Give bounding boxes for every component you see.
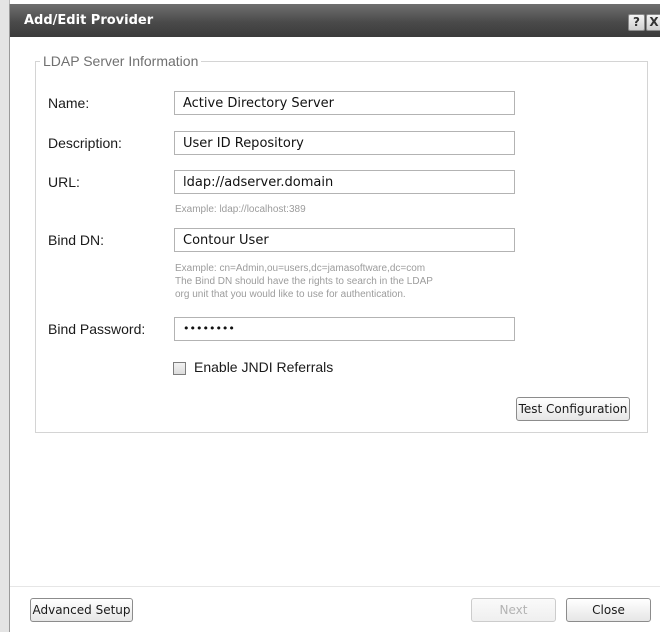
next-button[interactable]: Next [471, 598, 556, 622]
advanced-setup-button[interactable]: Advanced Setup [30, 598, 133, 622]
url-field[interactable] [174, 170, 515, 194]
url-label: URL: [48, 174, 80, 190]
bind-dn-hint: Example: cn=Admin,ou=users,dc=jamasoftwa… [175, 262, 433, 301]
group-legend: LDAP Server Information [43, 53, 199, 69]
test-configuration-button[interactable]: Test Configuration [516, 397, 630, 421]
bind-dn-field[interactable] [174, 228, 515, 252]
bind-dn-hint-line: org unit that you would like to use for … [175, 289, 406, 300]
close-icon[interactable]: X [646, 14, 660, 31]
dialog-title: Add/Edit Provider [24, 13, 154, 28]
enable-jndi-label[interactable]: Enable JNDI Referrals [194, 359, 333, 375]
help-icon[interactable]: ? [628, 14, 645, 31]
description-label: Description: [48, 135, 122, 151]
add-edit-provider-dialog: Add/Edit Provider ? X LDAP Server Inform… [9, 4, 660, 632]
name-label: Name: [48, 95, 90, 111]
bind-dn-label: Bind DN: [48, 232, 105, 248]
bind-dn-hint-line: Example: cn=Admin,ou=users,dc=jamasoftwa… [175, 263, 426, 274]
url-hint-text: Example: ldap://localhost:389 [175, 204, 306, 215]
dialog-titlebar: Add/Edit Provider ? X [10, 4, 660, 37]
description-field[interactable] [174, 131, 515, 155]
bind-password-field[interactable]: •••••••• [174, 317, 515, 341]
enable-jndi-checkbox[interactable] [173, 362, 186, 375]
name-field[interactable] [174, 91, 515, 115]
bind-dn-hint-line: The Bind DN should have the rights to se… [175, 276, 433, 287]
bind-password-label: Bind Password: [48, 321, 146, 337]
footer-divider [10, 586, 660, 587]
url-hint: Example: ldap://localhost:389 [175, 203, 306, 216]
close-button[interactable]: Close [566, 598, 651, 622]
